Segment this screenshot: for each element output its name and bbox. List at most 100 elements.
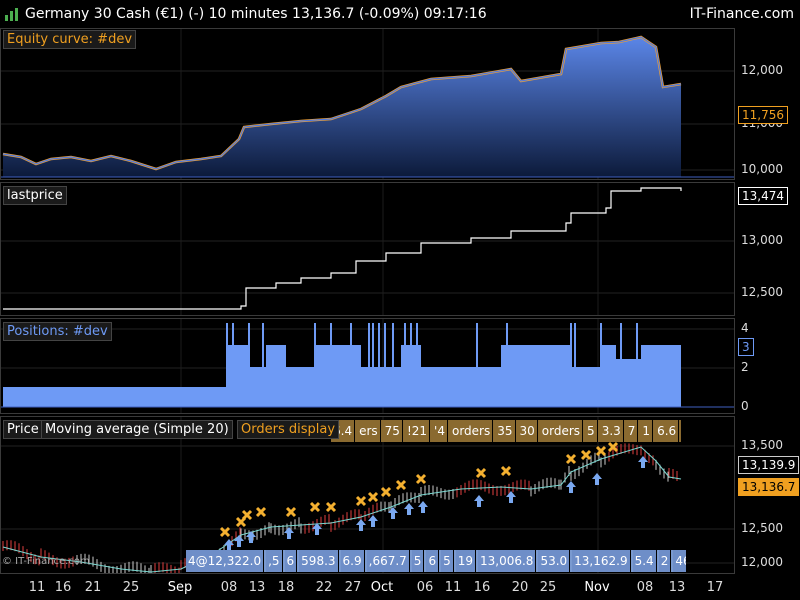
lastprice-tick: 13,000 xyxy=(741,233,783,247)
time-axis-tick: 16 xyxy=(473,580,491,595)
order-label[interactable]: 5.4 xyxy=(632,550,657,572)
order-label[interactable]: 4@12,322.0 xyxy=(186,550,265,572)
time-axis-tick: 27 xyxy=(344,580,362,595)
positions-label[interactable]: Positions: #dev xyxy=(3,322,112,341)
equity-area xyxy=(3,37,681,177)
order-label[interactable]: ,5 xyxy=(266,550,283,572)
order-label[interactable]: '4 xyxy=(432,420,448,442)
position-bar xyxy=(316,345,361,407)
positions-value-badge: 3 xyxy=(738,338,754,356)
time-axis-tick: 17 xyxy=(706,580,724,595)
lastprice-label[interactable]: lastprice xyxy=(3,186,67,205)
lastprice-value-badge: 13,474 xyxy=(738,187,788,205)
position-bar xyxy=(3,387,226,407)
brand-link[interactable]: IT-Finance.com xyxy=(690,0,794,28)
window-title: Germany 30 Cash (€1) (-) 10 minutes 13,1… xyxy=(25,6,487,22)
equity-tick: 12,000 xyxy=(741,63,783,77)
positions-tick: 4 xyxy=(741,321,749,335)
time-axis-tick: 21 xyxy=(84,580,102,595)
order-label[interactable]: 35 xyxy=(495,420,516,442)
order-label[interactable]: 5 xyxy=(585,420,598,442)
time-axis-tick: 22 xyxy=(315,580,333,595)
position-bar xyxy=(641,345,681,407)
bar-chart-icon xyxy=(5,8,18,21)
orders-display-label[interactable]: Orders display xyxy=(237,420,340,439)
order-label[interactable]: 6.9 xyxy=(340,550,365,572)
time-axis[interactable]: 11 16 21 25 Sep 08 13 18 22 27 Oct 06 11 16 20 25 Nov 08 1… xyxy=(0,574,800,600)
order-label[interactable]: orders xyxy=(449,420,494,442)
lastprice-tick: 12,500 xyxy=(741,285,783,299)
position-bar xyxy=(226,345,249,407)
buy-order-arrow xyxy=(638,456,648,468)
price-tick: 12,500 xyxy=(741,521,783,535)
position-bar xyxy=(601,345,616,407)
equity-label[interactable]: Equity curve: #dev xyxy=(3,30,137,49)
order-label[interactable]: 75 xyxy=(382,420,403,442)
order-label[interactable]: 6.6 xyxy=(655,420,680,442)
time-axis-tick: 20 xyxy=(511,580,529,595)
positions-tick: 0 xyxy=(741,399,749,413)
time-axis-tick: 25 xyxy=(122,580,140,595)
order-label[interactable]: 6 xyxy=(284,550,298,572)
orders-strip-bottom: 4@12,322.0,5 6 598.3 6.9,667.7 5 6 5 19 13,006.8… xyxy=(186,550,686,572)
buy-order-arrow xyxy=(474,495,484,507)
time-axis-tick: 08 xyxy=(636,580,654,595)
position-bar xyxy=(361,367,401,407)
position-bar xyxy=(501,345,571,407)
time-axis-tick: Sep xyxy=(167,580,193,595)
lastprice-panel[interactable]: lastprice xyxy=(0,182,735,316)
positions-panel[interactable]: Positions: #dev xyxy=(0,318,735,414)
order-label[interactable]: 19 xyxy=(455,550,476,572)
time-axis-tick: 13 xyxy=(668,580,686,595)
price-tick: 13,500 xyxy=(741,438,783,452)
time-axis-tick: 11 xyxy=(28,580,46,595)
order-label[interactable]: 53.0 xyxy=(538,550,571,572)
copyright-text: © IT-Finance.com xyxy=(2,556,90,567)
equity-panel[interactable]: Equity curve: #dev xyxy=(0,28,735,180)
time-axis-tick: Oct xyxy=(370,580,394,595)
order-label[interactable]: ,667.7 xyxy=(366,550,410,572)
order-label[interactable]: ers xyxy=(357,420,381,442)
time-axis-tick: 25 xyxy=(539,580,557,595)
buy-order-arrow xyxy=(506,491,516,503)
order-label[interactable]: 3.3 xyxy=(599,420,624,442)
order-label[interactable]: orders xyxy=(539,420,584,442)
order-label[interactable]: 13,162.9 xyxy=(572,550,631,572)
position-bar xyxy=(286,367,316,407)
time-axis-tick: Nov xyxy=(584,580,610,595)
price-label[interactable]: Price xyxy=(3,420,43,439)
price-panel[interactable]: 6.4 ers 75 !21'4 orders 35 30 orders 5 3.3 7 1 6.6 4… xyxy=(0,416,735,574)
orders-strip-top: 6.4 ers 75 !21'4 orders 35 30 orders 5 3.3 7 1 6.6 xyxy=(331,420,681,442)
equity-value-badge: 11,756 xyxy=(738,106,788,124)
moving-average-label[interactable]: Moving average (Simple 20) xyxy=(41,420,233,439)
time-axis-tick: 11 xyxy=(444,580,462,595)
positions-tick: 2 xyxy=(741,360,749,374)
order-label[interactable]: !21 xyxy=(404,420,431,442)
order-label[interactable]: 2 xyxy=(658,550,672,572)
time-axis-tick: 13 xyxy=(248,580,266,595)
order-label[interactable]: 466.9 xyxy=(673,550,686,572)
ma-value-badge: 13,139.9 xyxy=(738,456,800,474)
position-bar xyxy=(266,345,286,407)
position-bar xyxy=(421,367,501,407)
buy-order-arrow xyxy=(566,481,576,493)
time-axis-tick: 18 xyxy=(277,580,295,595)
order-label[interactable]: 598.3 xyxy=(299,550,339,572)
order-label[interactable]: 13,006.8 xyxy=(478,550,537,572)
price-tick: 12,000 xyxy=(741,555,783,569)
lastprice-line xyxy=(3,187,682,310)
time-axis-tick: 06 xyxy=(416,580,434,595)
equity-axis[interactable]: 12,000 11,000 10,000 xyxy=(735,28,800,180)
order-label[interactable]: 7 xyxy=(625,420,639,442)
buy-order-arrow xyxy=(404,503,414,515)
order-label[interactable]: 5 xyxy=(411,550,425,572)
positions-axis[interactable]: 4 2 0 xyxy=(735,318,800,414)
buy-order-arrow xyxy=(592,473,602,485)
price-value-badge: 13,136.7 xyxy=(738,478,800,496)
order-label[interactable]: 1 xyxy=(640,420,654,442)
order-label[interactable]: 6 xyxy=(426,550,440,572)
time-axis-tick: 16 xyxy=(54,580,72,595)
order-label[interactable]: 30 xyxy=(517,420,538,442)
order-label[interactable]: 5 xyxy=(441,550,454,572)
time-axis-tick: 08 xyxy=(220,580,238,595)
